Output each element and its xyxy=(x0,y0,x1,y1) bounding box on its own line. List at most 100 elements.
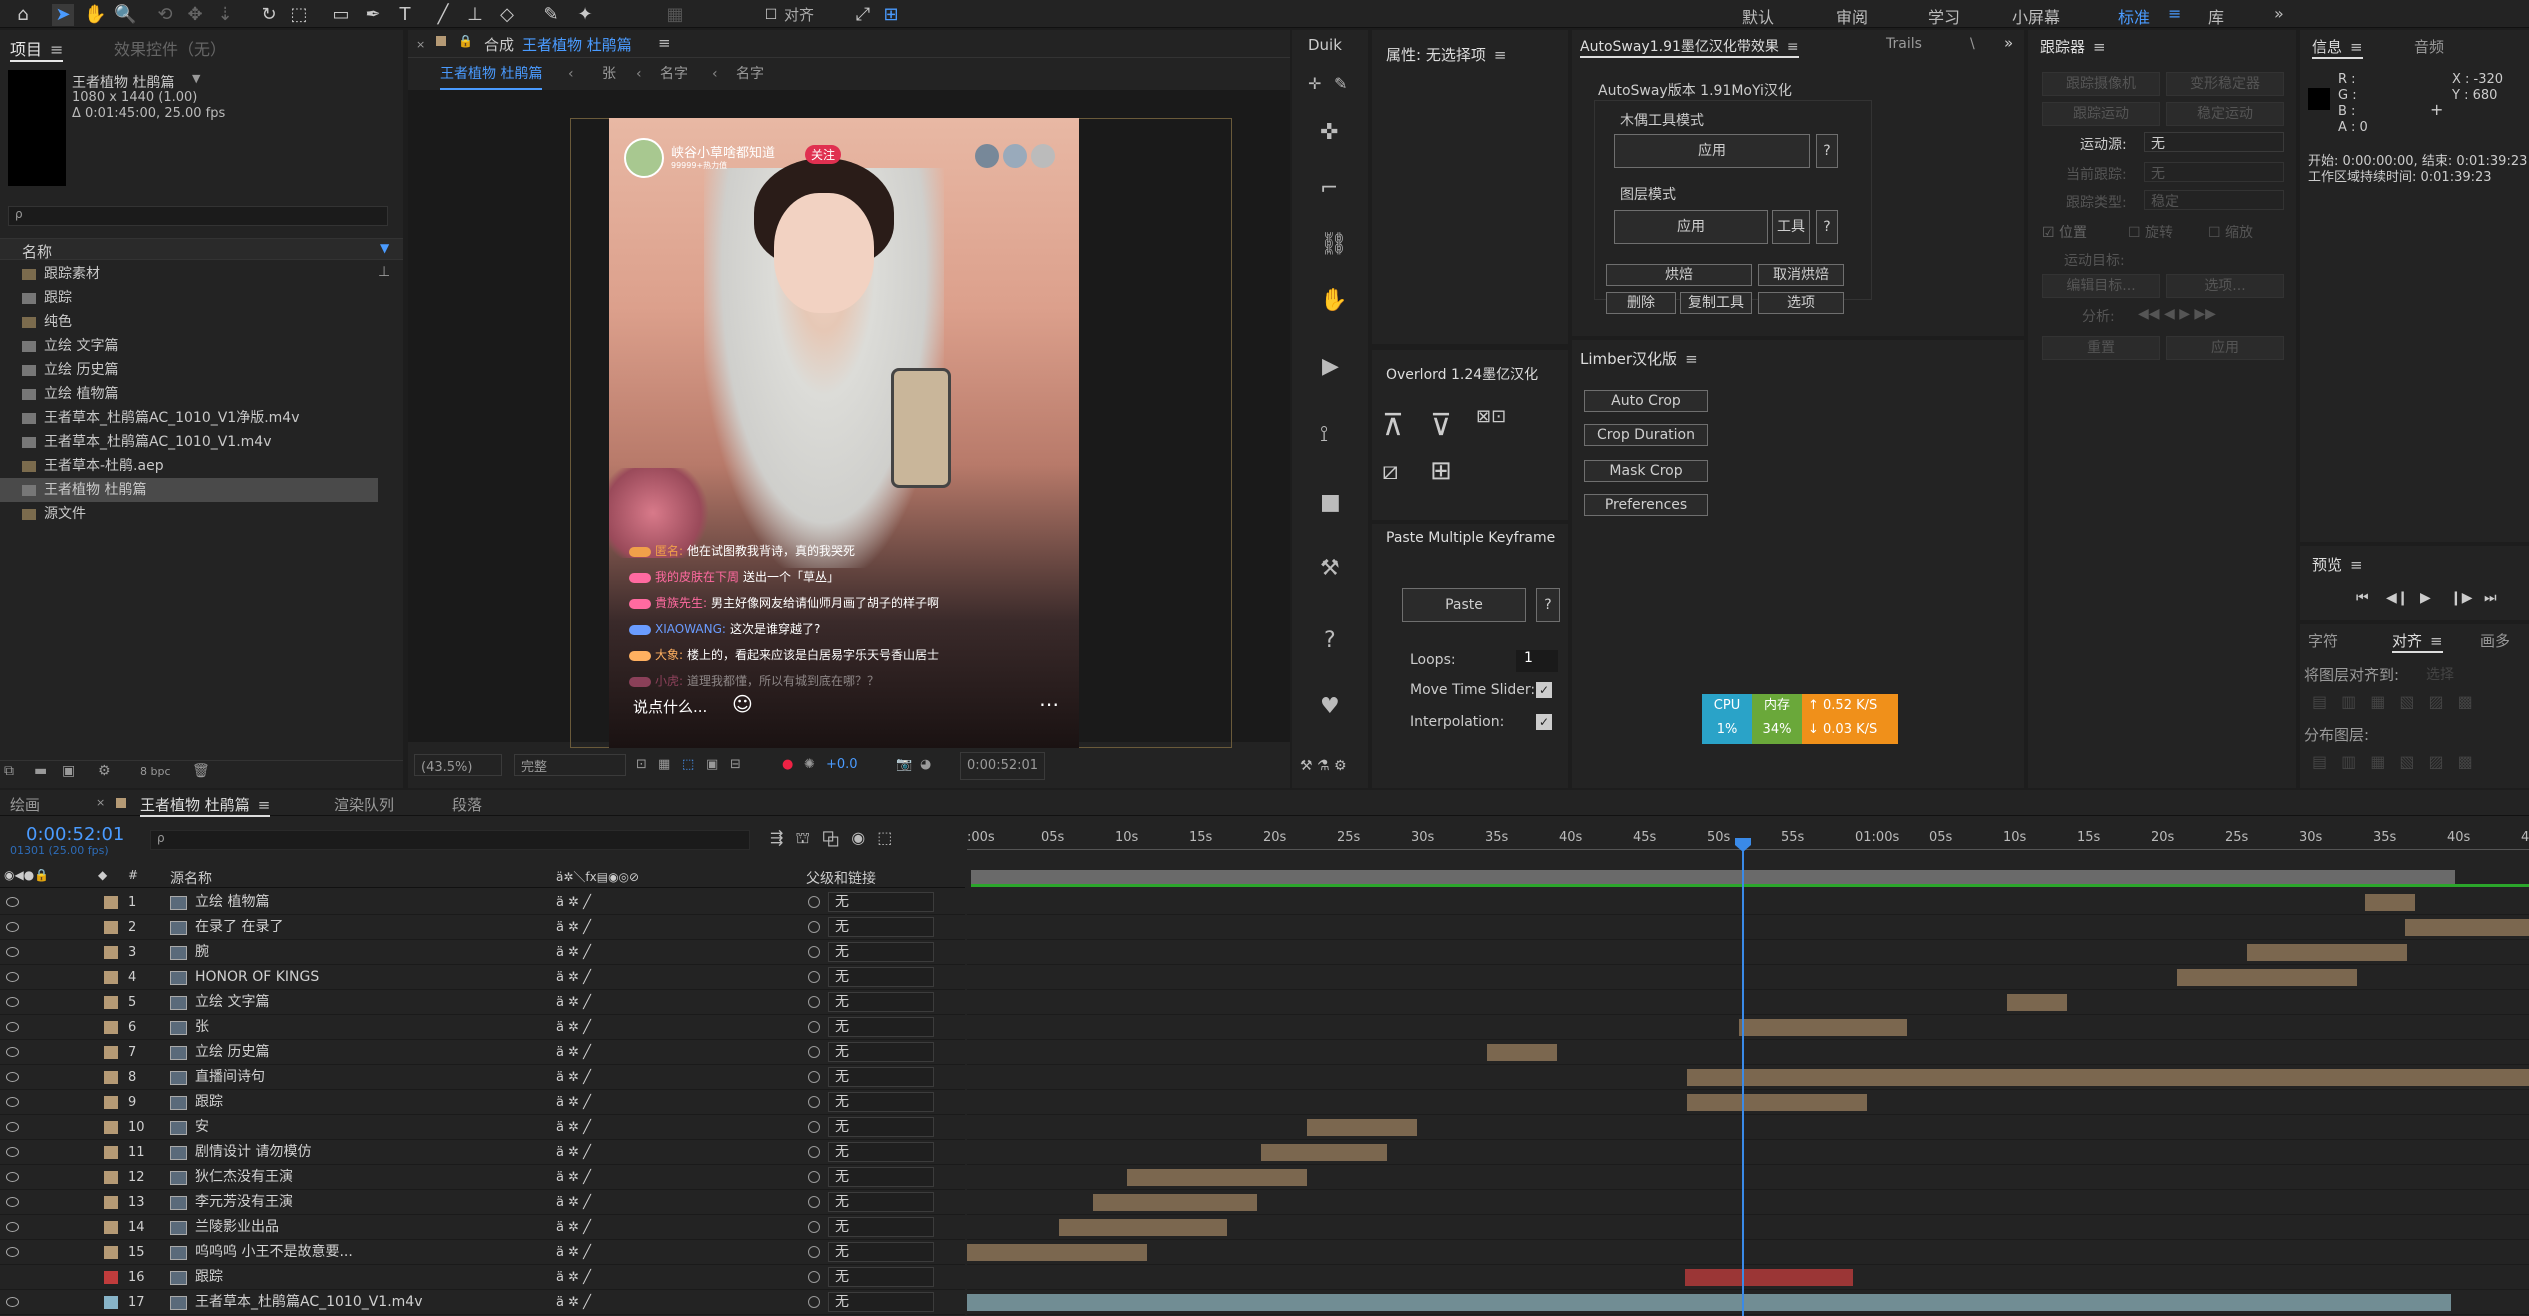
list-item[interactable]: 源文件 xyxy=(0,502,378,526)
bone-icon[interactable]: ✛ xyxy=(1308,74,1321,93)
motion-source-dropdown[interactable]: 无 xyxy=(2144,132,2284,152)
visibility-icon[interactable] xyxy=(6,1197,19,1207)
pickwhip-icon[interactable] xyxy=(808,921,820,933)
layer-switches[interactable]: ä ✲ ╱ xyxy=(556,1265,591,1290)
visibility-icon[interactable] xyxy=(6,1097,19,1107)
list-item[interactable]: 王者草本_杜鹃篇AC_1010_V1净版.m4v xyxy=(0,406,378,430)
new-comp-icon[interactable]: ▣ xyxy=(62,763,75,779)
camera-rig-icon[interactable]: ■ xyxy=(1320,490,1341,515)
pencil-icon[interactable]: ✎ xyxy=(1334,74,1347,93)
zoom-tool-icon[interactable]: 🔍 xyxy=(114,4,136,26)
hand-icon[interactable]: ✋ xyxy=(1320,288,1347,313)
crop-duration-button[interactable]: Crop Duration xyxy=(1584,424,1708,446)
analyze-controls[interactable]: ◀◀ ◀ ▶ ▶▶ xyxy=(2138,306,2216,322)
checkbox-align[interactable]: ☐ xyxy=(760,4,782,26)
label-swatch[interactable] xyxy=(104,1196,118,1209)
layer-bar[interactable] xyxy=(1261,1144,1387,1161)
parent-dropdown[interactable]: 无 xyxy=(828,1142,934,1162)
grid-view-icon[interactable]: ⊟ xyxy=(730,752,741,778)
layer-bar[interactable] xyxy=(1487,1044,1557,1061)
table-row[interactable]: 9 跟踪 ä ✲ ╱ 无 xyxy=(0,1090,965,1115)
layer-switches[interactable]: ä ✲ ╱ xyxy=(556,915,591,940)
list-item[interactable]: 跟踪素材 xyxy=(0,262,378,286)
label-swatch[interactable] xyxy=(104,1171,118,1184)
walk-icon[interactable]: ⚒ xyxy=(1320,556,1340,581)
visibility-icon[interactable] xyxy=(6,897,19,907)
tab-audio[interactable]: 音频 xyxy=(2414,36,2444,57)
workspace-default[interactable]: 默认 xyxy=(1742,4,1774,28)
comp-viewer[interactable]: 峡谷小草啥都知道 99999+热力值 关注 说点什么... ☺ ⋯ 匿名: 他在试… xyxy=(408,90,1290,748)
list-item[interactable]: 跟踪 xyxy=(0,286,378,310)
comp-timecode[interactable]: 0:00:52:01 xyxy=(960,752,1046,780)
label-swatch[interactable] xyxy=(104,1021,118,1034)
parent-dropdown[interactable]: 无 xyxy=(828,892,934,912)
tab-project[interactable]: 项目 ≡ xyxy=(10,36,64,62)
constraint-icon[interactable]: ⟟ xyxy=(1320,422,1328,447)
grid-icon[interactable]: ⊞ xyxy=(880,4,902,26)
align-to-dropdown[interactable]: 选择 xyxy=(2426,664,2454,684)
parent-dropdown[interactable]: 无 xyxy=(828,1042,934,1062)
prev-frame-icon[interactable]: ◀❙ xyxy=(2386,590,2409,606)
tracker-options-button[interactable]: 选项... xyxy=(2166,274,2284,298)
play-button-icon[interactable]: ▶ xyxy=(2420,590,2431,606)
tab-info[interactable]: 信息 ≡ xyxy=(2312,36,2363,59)
list-item[interactable]: 立绘 历史篇 xyxy=(0,358,378,382)
pickwhip-icon[interactable] xyxy=(808,1071,820,1083)
first-frame-icon[interactable]: ⏮ xyxy=(2356,590,2369,606)
visibility-icon[interactable] xyxy=(6,1172,19,1182)
project-search[interactable]: ρ xyxy=(8,206,388,226)
new-folder-icon[interactable]: ▬ xyxy=(34,763,47,779)
layer-name[interactable]: 李元芳没有王演 xyxy=(195,1190,293,1215)
parent-dropdown[interactable]: 无 xyxy=(828,992,934,1012)
lock-icon[interactable]: 🔒 xyxy=(458,34,473,48)
layer-bar[interactable] xyxy=(1685,1269,1853,1286)
label-swatch[interactable] xyxy=(104,1221,118,1234)
pickwhip-icon[interactable] xyxy=(808,1196,820,1208)
layer-switches[interactable]: ä ✲ ╱ xyxy=(556,1065,591,1090)
parent-dropdown[interactable]: 无 xyxy=(828,1017,934,1037)
eraser-tool-icon[interactable]: ◇ xyxy=(496,4,518,26)
flowchart-icon[interactable]: ⚙ xyxy=(98,763,111,779)
autosway-tab[interactable]: AutoSway1.91墨亿汉化带效果 ≡ xyxy=(1580,36,1799,58)
color-icon[interactable]: ● xyxy=(782,752,793,778)
zoom-dropdown[interactable]: (43.5%) xyxy=(414,754,502,776)
table-row[interactable]: 6 张 ä ✲ ╱ 无 xyxy=(0,1015,965,1040)
layer-bar[interactable] xyxy=(1093,1194,1257,1211)
more-icon[interactable]: ⋯ xyxy=(1039,692,1059,716)
workspace-small-screen[interactable]: 小屏幕 xyxy=(2012,4,2060,28)
auto-crop-button[interactable]: Auto Crop xyxy=(1584,390,1708,412)
follow-button[interactable]: 关注 xyxy=(805,145,842,164)
pickwhip-icon[interactable] xyxy=(808,1171,820,1183)
visibility-icon[interactable] xyxy=(6,1072,19,1082)
visibility-icon[interactable] xyxy=(6,1222,19,1232)
label-swatch[interactable] xyxy=(104,1096,118,1109)
pickwhip-icon[interactable] xyxy=(808,896,820,908)
crumb-0[interactable]: 王者植物 杜鹃篇 xyxy=(440,60,543,90)
overlord-pull-icon[interactable]: ⊽ xyxy=(1430,408,1452,443)
layer-switches[interactable]: ä ✲ ╱ xyxy=(556,1240,591,1265)
layer-bar[interactable] xyxy=(1059,1219,1227,1236)
layer-name[interactable]: 立绘 文字篇 xyxy=(195,990,269,1015)
layer-switches[interactable]: ä ✲ ╱ xyxy=(556,1140,591,1165)
tab-paint[interactable]: 绘画 xyxy=(10,794,40,815)
visibility-icon[interactable] xyxy=(6,1122,19,1132)
safe-icon[interactable]: ▣ xyxy=(706,752,718,778)
loops-input[interactable]: 1 xyxy=(1516,650,1558,672)
list-item[interactable]: 王者植物 杜鹃篇 xyxy=(0,478,378,502)
pen-tool-icon[interactable]: ✒ xyxy=(362,4,384,26)
move-slider-checkbox[interactable]: ✓ xyxy=(1536,682,1552,698)
label-swatch[interactable] xyxy=(104,1121,118,1134)
transparency-icon[interactable]: ▦ xyxy=(658,752,670,778)
emoji-icon[interactable]: ☺ xyxy=(732,692,753,716)
layer-name[interactable]: 狄仁杰没有王演 xyxy=(195,1165,293,1190)
tab-render-queue[interactable]: 渲染队列 xyxy=(334,794,394,815)
label-swatch[interactable] xyxy=(104,946,118,959)
crumb-2[interactable]: 名字 xyxy=(660,60,688,88)
list-item[interactable]: 纯色 xyxy=(0,310,378,334)
pickwhip-icon[interactable] xyxy=(808,1296,820,1308)
label-swatch[interactable] xyxy=(104,996,118,1009)
layer-bar[interactable] xyxy=(2247,944,2407,961)
copy-tool-button[interactable]: 复制工具 xyxy=(1680,292,1752,314)
visibility-icon[interactable] xyxy=(6,1147,19,1157)
options-button[interactable]: 选项 xyxy=(1758,292,1844,314)
